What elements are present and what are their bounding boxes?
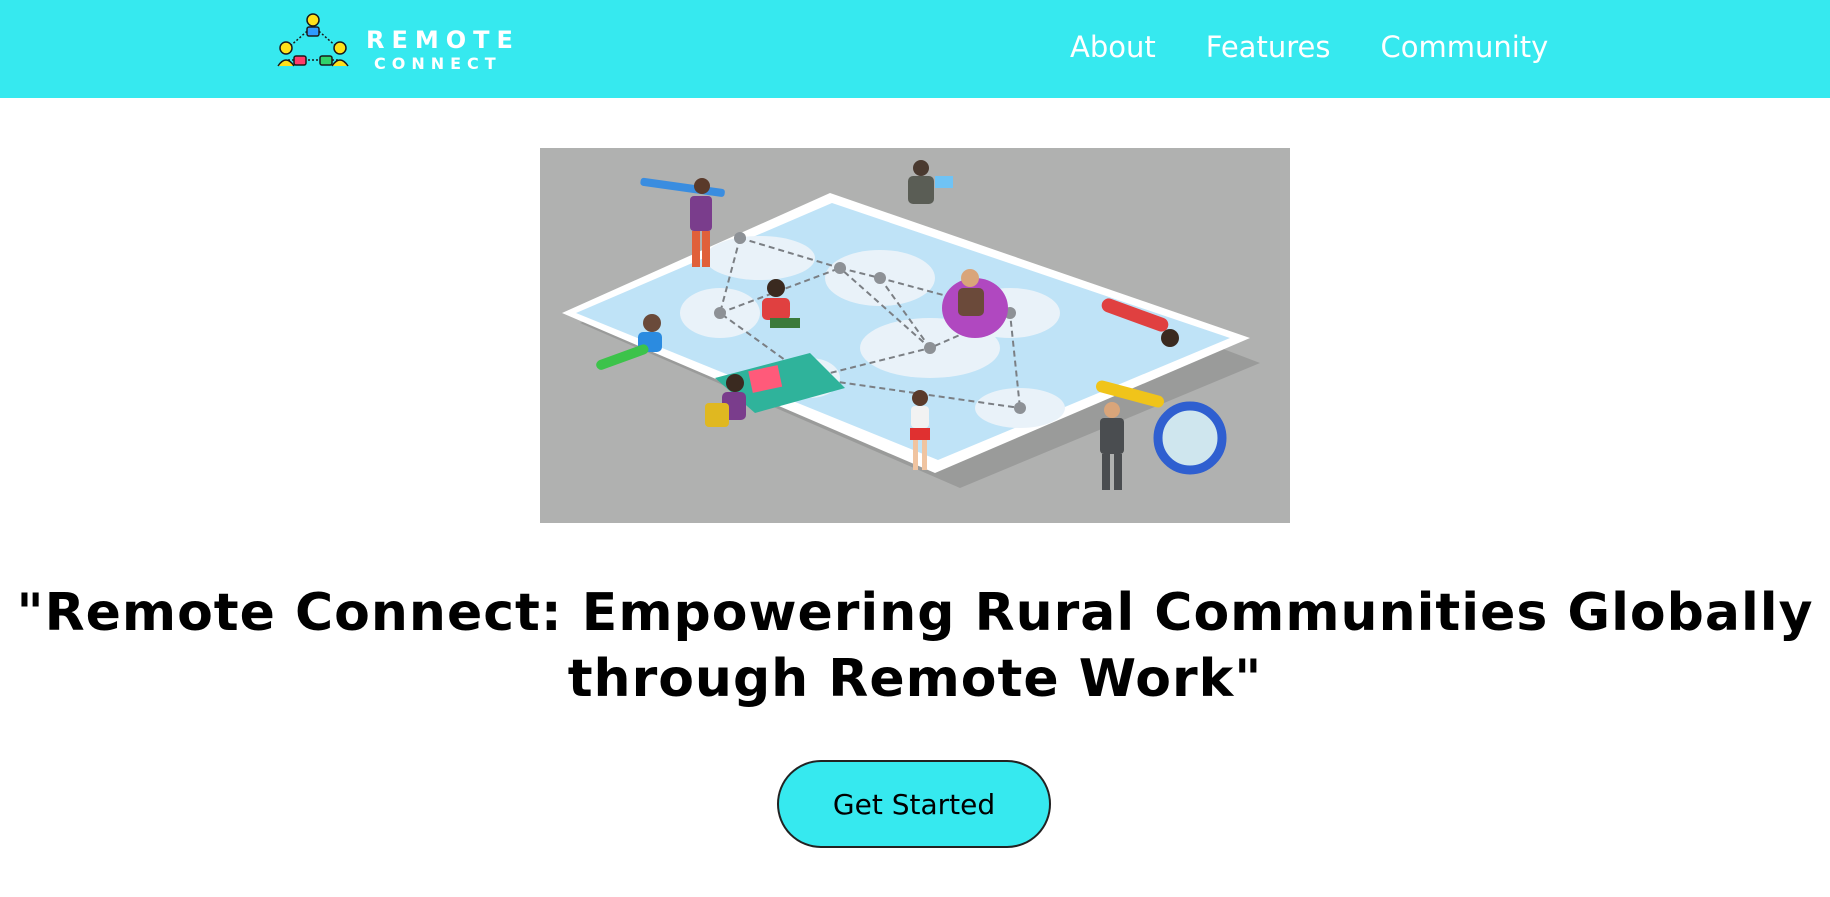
brand-name-line-1: REMOTE bbox=[366, 26, 520, 54]
network-people-icon bbox=[277, 13, 349, 67]
brand-name-line-2: CONNECT bbox=[374, 54, 502, 73]
hero-illustration bbox=[540, 148, 1290, 523]
nav-link-features[interactable]: Features bbox=[1206, 30, 1331, 64]
main-nav: About Features Community bbox=[1070, 30, 1548, 64]
world-map-remote-workers-illustration-icon bbox=[540, 148, 1290, 523]
hero-headline: "Remote Connect: Empowering Rural Commun… bbox=[16, 583, 1814, 709]
get-started-button[interactable]: Get Started bbox=[777, 760, 1051, 848]
nav-link-community[interactable]: Community bbox=[1380, 30, 1548, 64]
nav-link-about[interactable]: About bbox=[1070, 30, 1156, 64]
brand-logo[interactable]: REMOTE CONNECT bbox=[276, 12, 516, 74]
top-navbar: REMOTE CONNECT About Features Community bbox=[0, 0, 1830, 98]
